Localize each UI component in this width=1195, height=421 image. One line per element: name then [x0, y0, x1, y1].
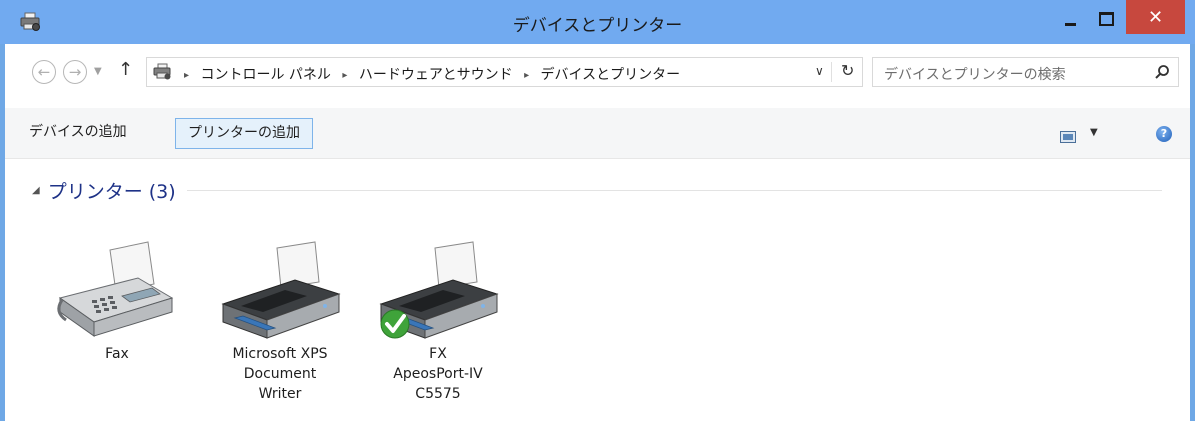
close-button[interactable]: ✕ — [1126, 0, 1185, 34]
address-bar[interactable]: ▸ コントロール パネル ▸ ハードウェアとサウンド ▸ デバイスとプリンター … — [146, 57, 863, 87]
breadcrumb-devices-printers[interactable]: デバイスとプリンター — [541, 67, 681, 83]
close-icon: ✕ — [1147, 6, 1164, 28]
search-input[interactable]: デバイスとプリンターの検索 — [872, 57, 1179, 87]
printer-icon — [379, 241, 499, 339]
breadcrumb: ▸ コントロール パネル ▸ ハードウェアとサウンド ▸ デバイスとプリンター — [177, 64, 680, 84]
minimize-button[interactable] — [1053, 10, 1087, 32]
device-microsoft-xps-document-writer[interactable]: Microsoft XPS Document Writer — [215, 240, 345, 404]
command-bar: デバイスの追加 プリンターの追加 ▼ ? — [5, 108, 1190, 159]
group-title: プリンター (3) — [47, 180, 176, 203]
breadcrumb-hardware-sound[interactable]: ハードウェアとサウンド — [359, 67, 513, 83]
add-printer-button[interactable]: プリンターの追加 — [175, 118, 313, 149]
devices-and-printers-window: デバイスとプリンター ✕ ← → ▼ ↑ ▸ コントロール パネル ▸ ハードウ… — [0, 0, 1195, 421]
device-label: FX ApeosPort-IV C5575 — [393, 346, 483, 402]
device-label: Microsoft XPS Document Writer — [232, 346, 328, 402]
device-fx-apeosport-iv-c5575[interactable]: FX ApeosPort-IV C5575 — [373, 240, 503, 404]
device-label: Fax — [105, 346, 129, 362]
default-printer-check-icon — [380, 309, 410, 339]
breadcrumb-separator-icon[interactable]: ▸ — [524, 70, 529, 81]
address-divider — [831, 62, 832, 82]
view-options-dropdown-icon[interactable]: ▼ — [1090, 127, 1098, 138]
title-bar[interactable]: デバイスとプリンター ✕ — [0, 0, 1195, 44]
forward-button[interactable]: → — [63, 60, 87, 84]
recent-locations-dropdown-icon[interactable]: ▼ — [94, 66, 102, 77]
up-arrow-icon[interactable]: ↑ — [118, 59, 133, 80]
navigation-bar: ← → ▼ ↑ ▸ コントロール パネル ▸ ハードウェアとサウンド ▸ デバイ… — [5, 44, 1190, 108]
help-icon[interactable]: ? — [1156, 126, 1172, 142]
control-panel-printer-icon — [153, 63, 173, 81]
address-dropdown-icon[interactable]: ∨ — [815, 64, 824, 78]
back-button[interactable]: ← — [32, 60, 56, 84]
add-device-button[interactable]: デバイスの追加 — [17, 118, 139, 147]
refresh-icon[interactable]: ↻ — [841, 61, 854, 80]
device-fax[interactable]: Fax — [52, 240, 182, 364]
breadcrumb-separator-icon[interactable]: ▸ — [342, 70, 347, 81]
printer-icon — [221, 241, 341, 339]
breadcrumb-separator-icon[interactable]: ▸ — [184, 70, 189, 81]
breadcrumb-control-panel[interactable]: コントロール パネル — [200, 67, 330, 83]
group-divider — [187, 190, 1162, 191]
fax-icon — [57, 241, 174, 337]
change-view-icon[interactable] — [1060, 128, 1076, 143]
collapse-arrow-icon[interactable]: ◢ — [32, 185, 40, 196]
forward-arrow-icon: → — [68, 63, 82, 81]
window-title: デバイスとプリンター — [512, 16, 683, 36]
back-arrow-icon: ← — [37, 63, 51, 81]
maximize-button[interactable] — [1089, 8, 1123, 30]
printers-group-header[interactable]: ◢ プリンター (3) — [32, 178, 176, 203]
search-icon[interactable] — [1154, 64, 1170, 80]
search-placeholder: デバイスとプリンターの検索 — [884, 67, 1066, 83]
